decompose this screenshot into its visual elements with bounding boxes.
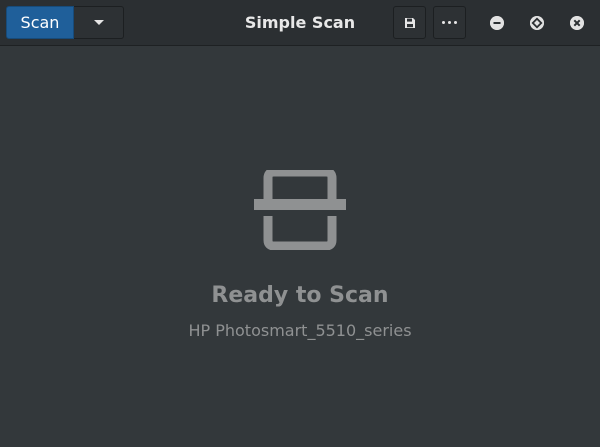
more-horizontal-icon [442, 21, 457, 24]
chevron-down-icon [93, 20, 104, 25]
window-title: Simple Scan [244, 13, 356, 32]
minimize-icon[interactable] [490, 16, 504, 30]
close-icon[interactable] [570, 16, 584, 30]
save-button[interactable] [393, 6, 426, 39]
scan-button-group: Scan [6, 6, 124, 39]
maximize-icon[interactable] [530, 16, 544, 30]
app-menu-button[interactable] [433, 6, 466, 39]
scanner-device-name: HP Photosmart_5510_series [188, 321, 412, 340]
scanner-icon [254, 170, 346, 250]
header-bar: Scan Simple Scan [0, 0, 600, 46]
scan-button[interactable]: Scan [6, 6, 74, 39]
status-page: Ready to Scan HP Photosmart_5510_series [0, 46, 600, 447]
status-title: Ready to Scan [211, 283, 389, 308]
scan-options-dropdown-button[interactable] [74, 6, 124, 39]
simple-scan-window: Scan Simple Scan Ready to Scan HP Photos… [0, 0, 600, 447]
floppy-disk-icon [404, 17, 415, 28]
